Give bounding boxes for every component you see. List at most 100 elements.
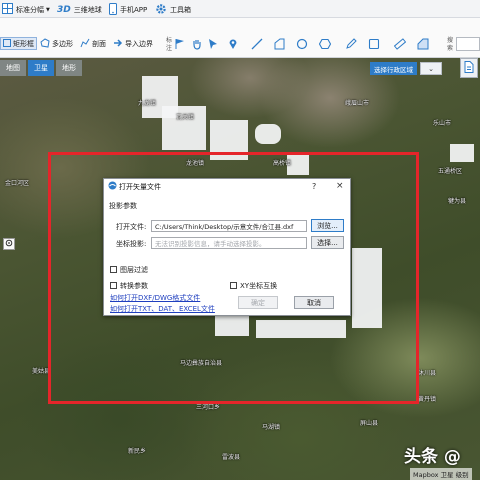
place-label: 乐山市 xyxy=(433,120,452,127)
gear-icon xyxy=(155,3,167,17)
tab-terrain[interactable]: 地形 xyxy=(56,60,82,76)
tab-satellite[interactable]: 卫星 xyxy=(28,60,54,76)
help-button[interactable]: ? xyxy=(312,182,316,191)
polygon-icon xyxy=(40,38,50,50)
region-dropdown-button[interactable]: ⌄ xyxy=(420,62,442,75)
help-link-dxf[interactable]: 如何打开DXF/DWG格式文件 xyxy=(110,293,200,303)
ruler-tool[interactable] xyxy=(393,38,407,52)
select-region-button[interactable]: 选择行政区域 xyxy=(370,62,417,75)
globe-button[interactable]: 3D 三维地球 xyxy=(57,3,102,16)
search-group-label-2: 索 xyxy=(446,45,453,52)
map-type-tabs: 地图 卫星 地形 xyxy=(0,60,84,76)
search-input[interactable] xyxy=(456,37,480,51)
convert-params-checkbox[interactable] xyxy=(110,282,117,289)
layer-filter-label: 图层过滤 xyxy=(120,266,148,274)
area-measure-tool[interactable] xyxy=(416,38,430,52)
ok-button[interactable]: 确定 xyxy=(238,296,278,309)
chevron-down-icon: ⌄ xyxy=(428,64,434,73)
import-icon xyxy=(113,38,123,50)
hexagon-icon xyxy=(318,38,332,52)
split-label: 标准分幅 xyxy=(16,5,44,14)
cloud-patch xyxy=(450,144,474,162)
dialog-title: 打开矢量文件 xyxy=(119,182,161,191)
rect-label: 矩形框 xyxy=(13,39,34,48)
mobile-icon xyxy=(109,2,117,17)
toolbox-label: 工具箱 xyxy=(170,5,191,14)
place-label: 犍为县 xyxy=(448,198,467,205)
profile-label: 剖面 xyxy=(92,40,106,48)
tab-map[interactable]: 地图 xyxy=(0,60,26,76)
pen-tool[interactable] xyxy=(344,38,358,52)
map-attribution: Mapbox 卫星 级别 xyxy=(410,468,472,480)
place-label: 金口河区 xyxy=(5,180,30,187)
xy-swap-checkbox[interactable] xyxy=(230,282,237,289)
pan-tool[interactable] xyxy=(190,38,204,52)
watermark-text: 头条 @ xyxy=(404,447,461,467)
place-label: 五通桥区 xyxy=(438,168,463,175)
vector-file-icon xyxy=(464,61,474,75)
hexagon-tool[interactable] xyxy=(318,38,332,52)
profile-button[interactable]: 剖面 xyxy=(80,38,106,50)
place-label: 马湖镇 xyxy=(262,424,281,431)
place-label: 雷波县 xyxy=(222,454,241,461)
select-projection-button[interactable]: 选择... xyxy=(311,236,344,249)
pin-tool[interactable] xyxy=(226,38,240,52)
import-boundary-button[interactable]: 导入边界 xyxy=(113,38,153,50)
close-button[interactable]: × xyxy=(336,181,344,191)
search-group-label-1: 搜 xyxy=(446,37,453,44)
globe-label: 三维地球 xyxy=(73,5,102,14)
section-title: 投影参数 xyxy=(109,202,137,210)
locate-button[interactable] xyxy=(3,238,15,250)
pen-icon xyxy=(345,38,357,52)
cancel-button[interactable]: 取消 xyxy=(294,296,334,309)
convert-params-label: 转换参数 xyxy=(120,282,148,290)
projection-field[interactable]: 无法识别投影信息，请手动选择投影。 xyxy=(151,237,307,249)
profile-icon xyxy=(80,38,90,50)
square-tool[interactable] xyxy=(367,38,381,52)
square-icon xyxy=(368,38,380,52)
ruler-icon xyxy=(393,38,407,52)
xy-swap-label: XY坐标互换 xyxy=(240,282,278,290)
file-label: 打开文件: xyxy=(116,223,147,231)
grid-icon xyxy=(2,3,13,16)
mobile-label: 手机APP xyxy=(120,5,148,14)
toolbox-button[interactable]: 工具箱 xyxy=(155,3,191,16)
main-toolbar: 矩形框 多边形 剖面 导入边界 标 注 搜 索 xyxy=(0,18,480,58)
open-vector-file-dialog: 打开矢量文件 ? × 投影参数 打开文件: C:/Users/Think/Des… xyxy=(103,178,351,316)
polygon-label: 多边形 xyxy=(52,40,73,48)
circle-icon xyxy=(296,38,308,52)
pointer-icon xyxy=(207,38,219,52)
place-label: 新民乡 xyxy=(128,448,147,455)
split-dropdown[interactable]: 标准分幅 ▼ xyxy=(2,3,50,16)
area-measure-icon xyxy=(417,38,429,52)
line-tool[interactable] xyxy=(250,38,264,52)
circle-tool[interactable] xyxy=(295,38,309,52)
browse-button[interactable]: 浏览... xyxy=(311,219,344,232)
place-label: 黄丹镇 xyxy=(418,396,437,403)
help-link-txt[interactable]: 如何打开TXT、DAT、EXCEL文件 xyxy=(110,304,215,314)
place-label: 九龙镇 xyxy=(138,100,157,107)
flag-icon xyxy=(174,38,186,52)
layer-filter-checkbox[interactable] xyxy=(110,266,117,273)
projection-label: 坐标投影: xyxy=(116,240,147,248)
mobile-app-button[interactable]: 手机APP xyxy=(109,2,148,17)
pointer-tool[interactable] xyxy=(206,38,220,52)
rect-select-button[interactable]: 矩形框 xyxy=(0,37,37,50)
file-path-field[interactable]: C:/Users/Think/Desktop/示意文件/合江县.dxf xyxy=(151,220,307,232)
app-logo-icon xyxy=(108,181,117,192)
globe-icon: 3D xyxy=(57,4,71,15)
flag-tool[interactable] xyxy=(173,38,187,52)
place-label: 瓦关镇 xyxy=(176,114,195,121)
top-toolbar: 标准分幅 ▼ 3D 三维地球 手机APP 工具箱 xyxy=(0,0,480,18)
polygon-button[interactable]: 多边形 xyxy=(40,38,73,50)
mark-group-label-2: 注 xyxy=(165,45,172,52)
place-label: 屏山县 xyxy=(360,420,379,427)
vector-file-button[interactable] xyxy=(460,58,478,78)
pin-icon xyxy=(227,38,239,52)
import-label: 导入边界 xyxy=(125,40,153,48)
chevron-down-icon: ▼ xyxy=(46,6,50,13)
corner-icon xyxy=(273,38,285,52)
corner-tool[interactable] xyxy=(272,38,286,52)
target-icon xyxy=(5,239,13,249)
pan-hand-icon xyxy=(191,38,203,52)
